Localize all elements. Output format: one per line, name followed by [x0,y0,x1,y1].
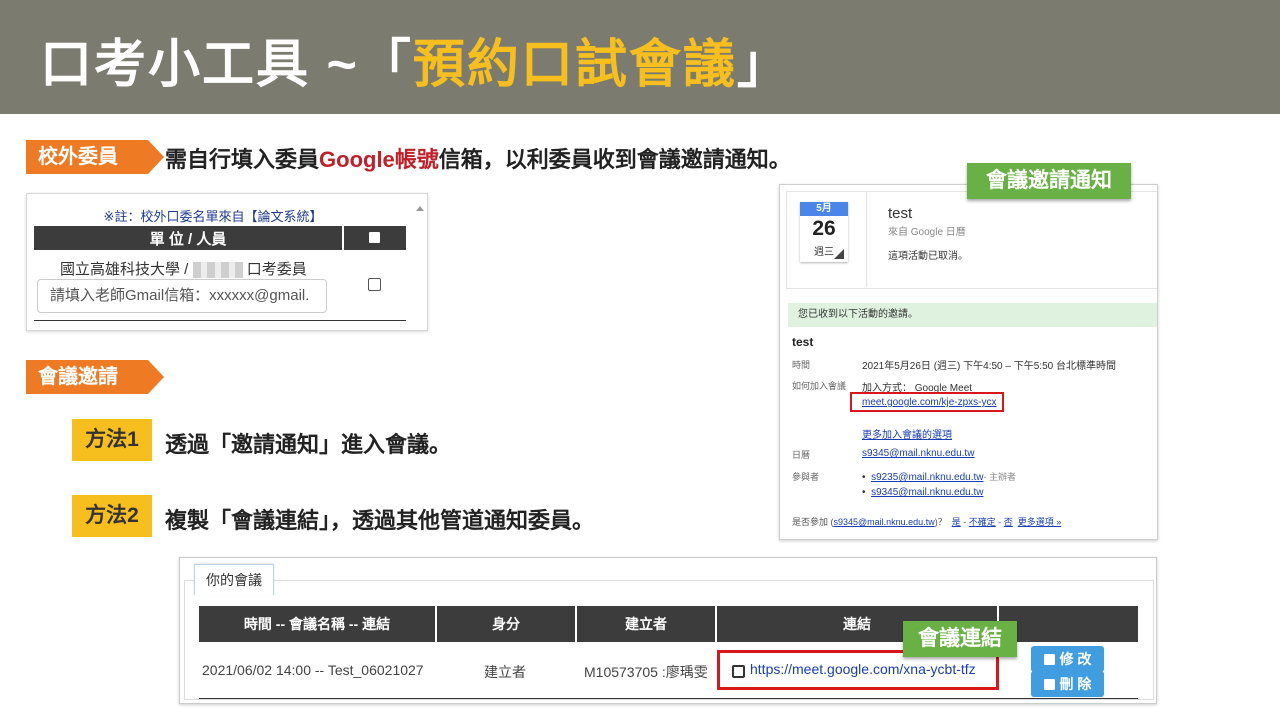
attendees-label: 參與者 [792,472,820,482]
cal-corner-icon [834,249,844,259]
rsvp-email[interactable]: s9345@mail.nknu.edu.tw [834,517,935,527]
desc-text-red: Google帳號 [319,147,439,172]
col-time-name-link: 時間 -- 會議名稱 -- 連結 [243,616,391,632]
time-label: 時間 [792,360,811,370]
col-role: 身分 [492,616,520,632]
time-value: 2021年5月26日 (週三) 下午4:50 – 下午5:50 台北標準時間 [862,361,1116,372]
committee-table-header: 單 位 / 人員 [34,226,406,250]
scroll-up-icon[interactable] [416,206,424,211]
committee-panel: ※註：校外口委名單來自【論文系統】 單 位 / 人員 國立高雄科技大學 / 口考… [26,193,428,331]
section-tag-meeting-invite: 會議邀請 [26,360,164,394]
event-source: 來自 Google 日曆 [888,227,966,238]
attendee-1-role: - 主辦者 [983,472,1017,482]
event-name: test [888,205,913,222]
rsvp-yes-link[interactable]: 是 [952,517,961,527]
title-highlight: 預約口試會議 [412,36,737,94]
select-all-checkbox[interactable] [369,232,380,243]
method1-text: 透過「邀請通知」進入會議。 [165,432,452,457]
cal-month: 5月 [800,202,848,216]
col-creator: 建立者 [625,616,667,632]
email-event-title: test [792,335,814,349]
received-banner: 您已收到以下活動的邀請。 [788,303,1157,327]
meeting-url-link[interactable]: https://meet.google.com/xna-ycbt-tfz [750,661,976,677]
redacted-name [192,262,243,279]
attendee-1-email[interactable]: s9235@mail.nknu.edu.tw [871,472,983,483]
unit-prefix: 國立高雄科技大學 / [60,261,189,278]
calendar-label: 日曆 [792,450,811,460]
title-prefix: 口考小工具 ~「 [40,36,413,94]
rsvp-more-link[interactable]: 更多選項 » [1018,517,1062,527]
desc-text-1: 需自行填入委員 [165,147,320,172]
edit-label: 修 改 [1059,651,1092,667]
section1-description: 需自行填入委員Google帳號信箱，以利委員收到會議邀請通知。 [165,142,791,174]
slide-title: 口考小工具 ~「預約口試會議」 [40,22,791,97]
method2-text: 複製「會議連結」，透過其他管道通知委員。 [165,508,595,533]
row-role: 建立者 [484,664,526,680]
tab-your-meetings[interactable]: 你的會議 [194,564,274,595]
external-link-icon [732,665,745,678]
calendar-icon: 5月 26 週三 [800,202,848,262]
slide-header: 口考小工具 ~「預約口試會議」 [0,0,1280,114]
rsvp-mid: )？ [934,517,947,527]
rsvp-line: 是否參加 (s9345@mail.nknu.edu.tw)？ 是 - 不確定 -… [792,517,1062,527]
header-divider [342,226,344,250]
desc-text-2: 信箱，以利委員收到會議邀請通知。 [438,147,791,172]
attendee-1: • s9235@mail.nknu.edu.tw- 主辦者 [862,472,1017,483]
meet-link[interactable]: meet.google.com/kje-zpxs-ycx [862,397,997,408]
section-tag-external-committee: 校外委員 [26,140,164,174]
unit-suffix: 口考委員 [246,261,307,278]
rsvp-maybe-link[interactable]: 不確定 [969,517,996,527]
delete-button[interactable]: 刪 除 [1031,671,1104,697]
edit-icon [1043,654,1055,665]
divider [866,191,867,287]
calendar-value[interactable]: s9345@mail.nknu.edu.tw [862,448,974,459]
meeting-link-label: 會議連結 [903,621,1017,657]
attendee-2-email[interactable]: s9345@mail.nknu.edu.tw [871,487,983,498]
column-unit: 單 位 / 人員 [149,231,227,248]
join-label: 如何加入會議 [792,381,847,391]
attendee-2: • s9345@mail.nknu.edu.tw [862,487,984,498]
title-suffix: 」 [736,36,791,94]
committee-note: ※註：校外口委名單來自【論文系統】 [103,209,323,224]
method1-label: 方法1 [72,419,152,461]
rsvp-no-link[interactable]: 否 [1004,517,1013,527]
row-bottom-line [199,698,1138,699]
committee-unit: 國立高雄科技大學 / 口考委員 [60,258,307,279]
method2-label: 方法2 [72,495,152,537]
row-time-name: 2021/06/02 14:00 -- Test_06021027 [202,662,424,678]
scrollbar[interactable] [413,202,427,322]
cal-day: 26 [812,217,836,240]
edit-button[interactable]: 修 改 [1031,646,1104,672]
delete-label: 刪 除 [1059,676,1092,692]
committee-row-checkbox[interactable] [368,278,381,291]
invite-email-card: 5月 26 週三 test 來自 Google 日曆 這項活動已取消。 您已收到… [779,184,1158,540]
invite-notice-label: 會議邀請通知 [967,163,1131,199]
rsvp-prefix: 是否參加 ( [792,517,834,527]
trash-icon [1043,679,1055,690]
more-join-options-link[interactable]: 更多加入會議的選項 [862,426,952,441]
event-cancelled: 這項活動已取消。 [888,251,968,262]
table-bottom-line [34,320,406,321]
gmail-input[interactable]: 請填入老師Gmail信箱：xxxxxx@gmail. [37,279,327,313]
row-creator: M10573705 :廖瑀雯 [584,664,708,680]
